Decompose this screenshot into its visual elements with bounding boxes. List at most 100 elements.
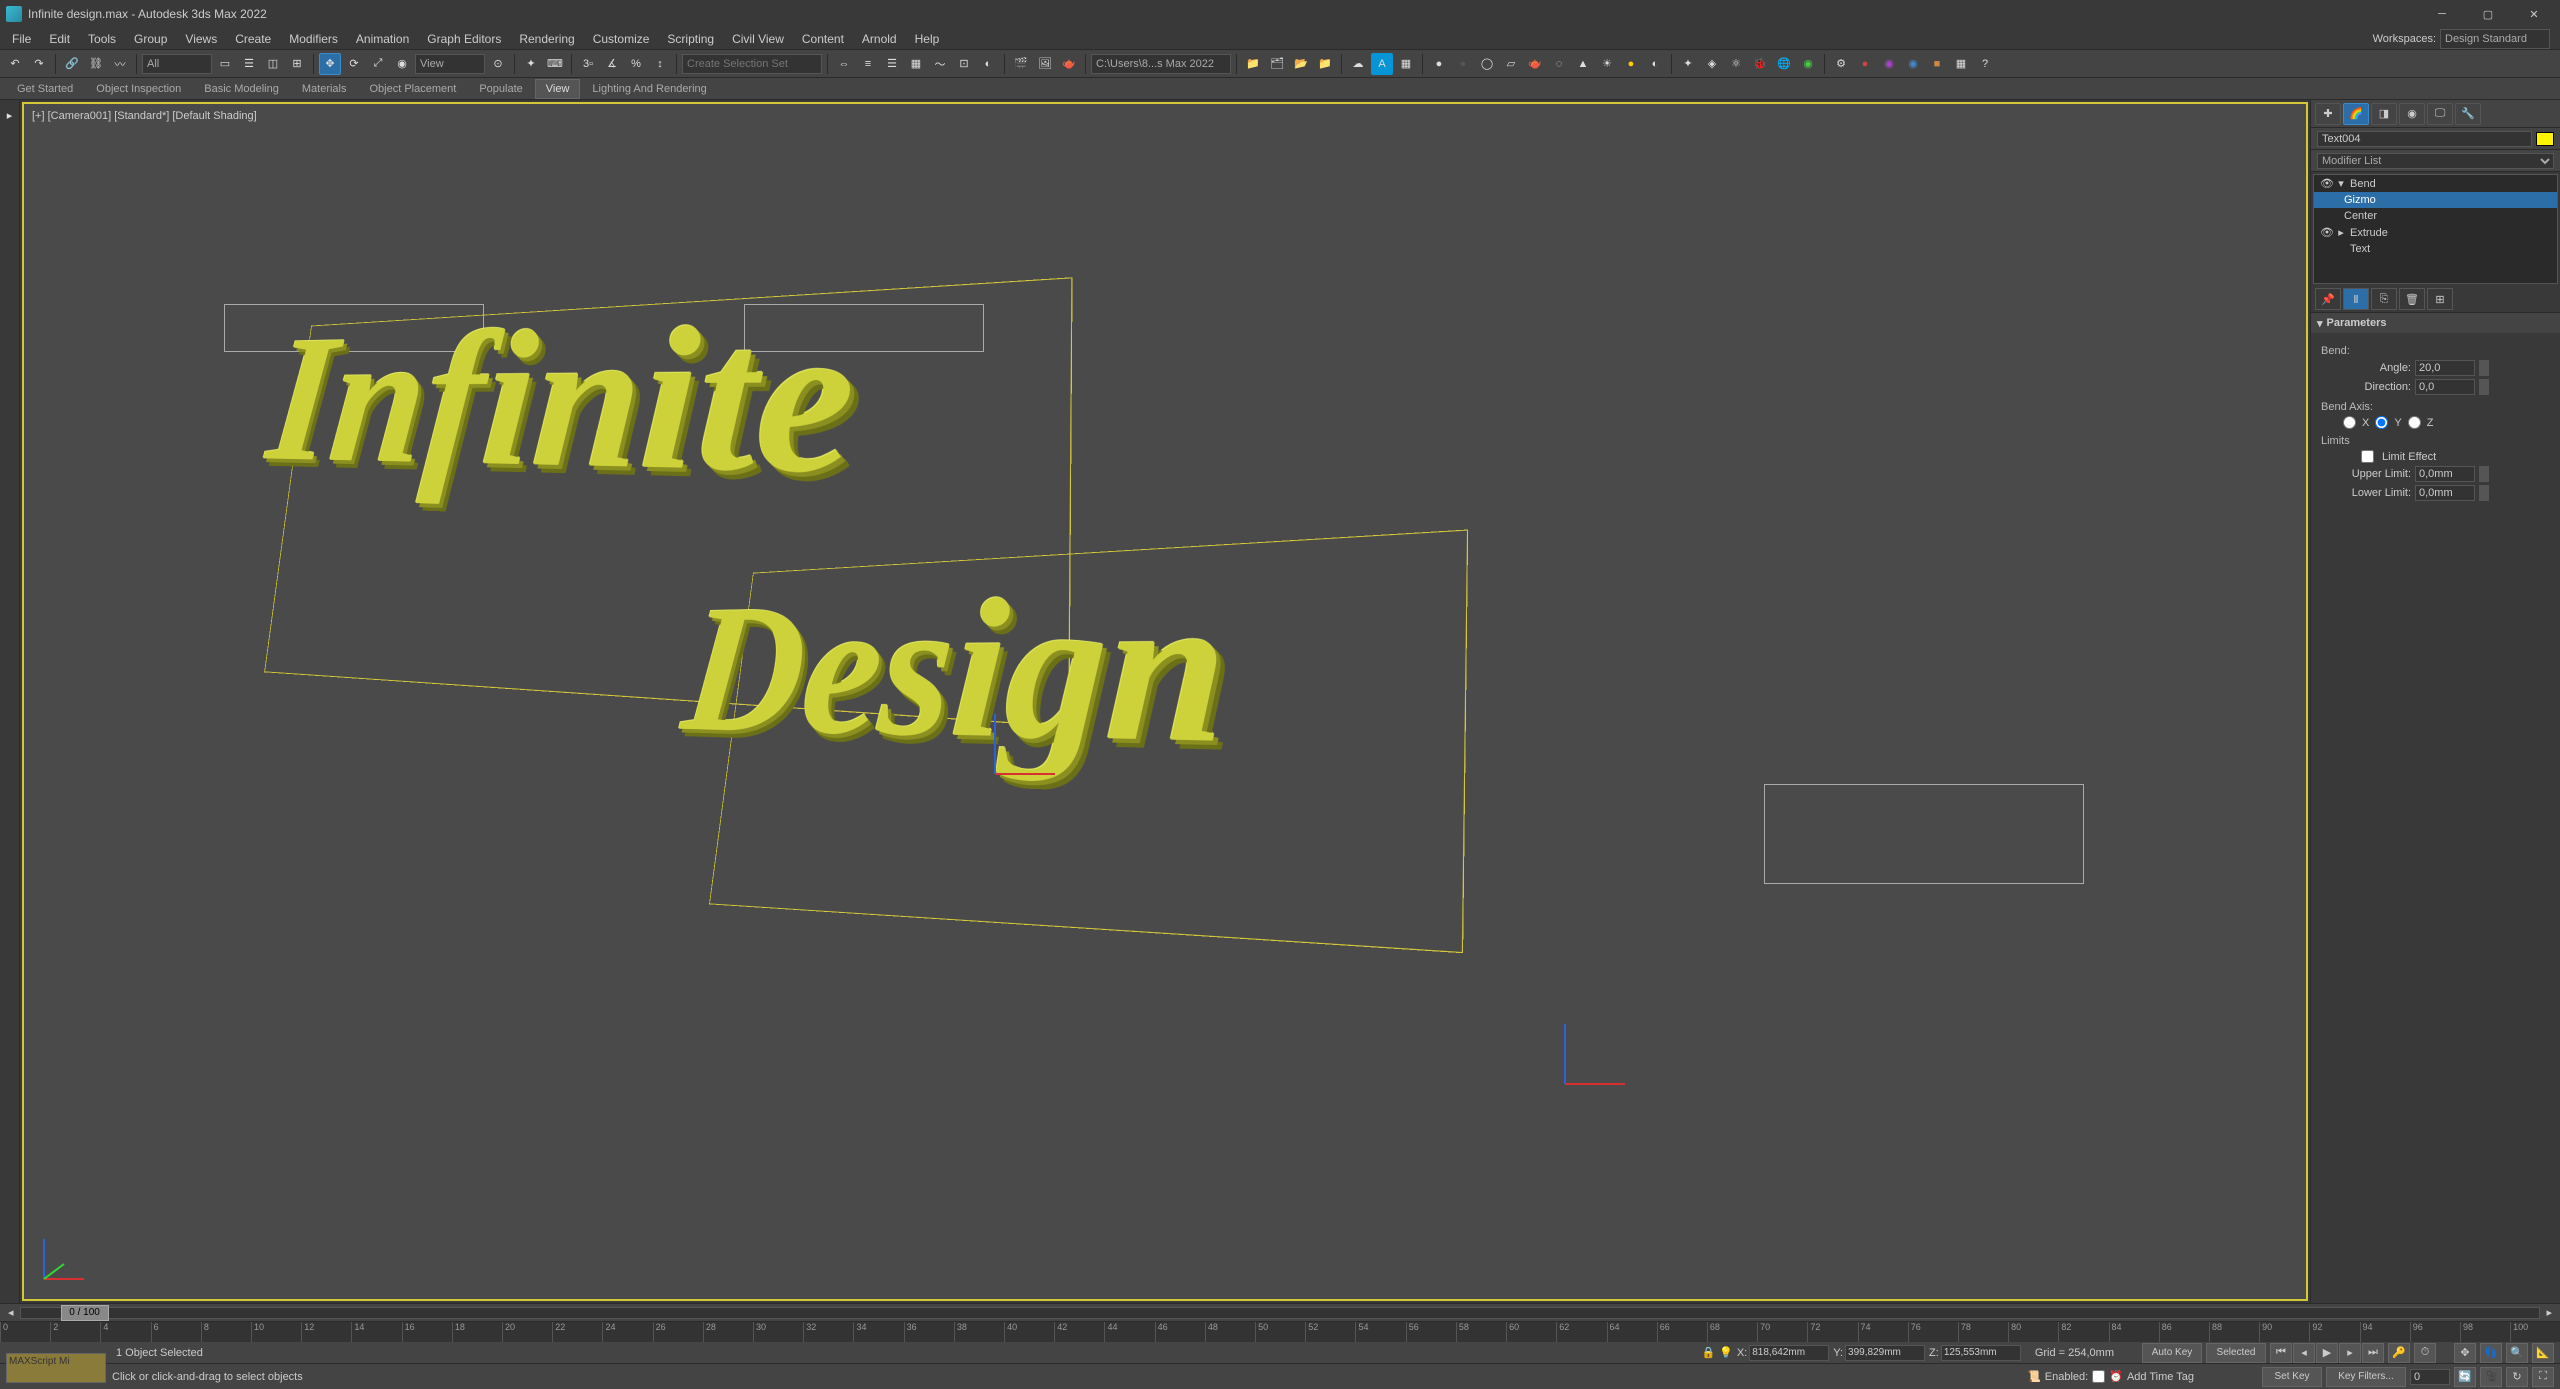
set-project-button[interactable]: 🗂 — [1266, 53, 1288, 75]
menu-help[interactable]: Help — [907, 29, 948, 49]
stack-extrude[interactable]: 👁▸Extrude — [2314, 224, 2557, 241]
spinner-snap-button[interactable]: ↕ — [649, 53, 671, 75]
unlink-button[interactable]: ⛓ — [85, 53, 107, 75]
modify-tab[interactable]: 🌈 — [2343, 103, 2369, 125]
motion-tab[interactable]: ◉ — [2399, 103, 2425, 125]
mirror-button[interactable]: ⇔ — [833, 53, 855, 75]
hierarchy-tab[interactable]: ◨ — [2371, 103, 2397, 125]
folder-button-4[interactable]: 📁 — [1314, 53, 1336, 75]
gizmo-x-axis[interactable] — [1565, 1083, 1625, 1085]
axis-z-radio[interactable] — [2408, 416, 2421, 429]
helper-crystal-icon[interactable]: ◈ — [1701, 53, 1723, 75]
redo-button[interactable]: ↷ — [28, 53, 50, 75]
script-listener-icon[interactable]: 📜 — [2027, 1370, 2041, 1383]
add-time-tag[interactable]: Add Time Tag — [2127, 1371, 2194, 1383]
ribbon-get-started[interactable]: Get Started — [6, 79, 84, 99]
geom-teapot-icon[interactable]: 🫖 — [1524, 53, 1546, 75]
select-name-button[interactable]: ☰ — [238, 53, 260, 75]
goto-start-button[interactable]: ⏮ — [2270, 1343, 2292, 1363]
link-button[interactable]: 🔗 — [61, 53, 83, 75]
remove-modifier-button[interactable]: 🗑 — [2399, 288, 2425, 310]
menu-animation[interactable]: Animation — [348, 29, 417, 49]
nav-dolly-button[interactable]: 🎥 — [2480, 1367, 2502, 1387]
modifier-list-dropdown[interactable]: Modifier List — [2317, 153, 2554, 169]
nav-orbit-button[interactable]: 🔄 — [2454, 1367, 2476, 1387]
expand-icon[interactable]: ▸ — [2336, 226, 2346, 239]
autokey-button[interactable]: Auto Key — [2142, 1343, 2202, 1363]
nav-roll-button[interactable]: ↻ — [2506, 1367, 2528, 1387]
ribbon-lighting-rendering[interactable]: Lighting And Rendering — [581, 79, 717, 99]
nav-walk-button[interactable]: 👣 — [2480, 1343, 2502, 1363]
schematic-view-button[interactable]: ⊡ — [953, 53, 975, 75]
modifier-stack[interactable]: 👁▾Bend Gizmo Center 👁▸Extrude Text — [2313, 174, 2558, 284]
menu-create[interactable]: Create — [227, 29, 279, 49]
spinner-buttons[interactable] — [2479, 466, 2489, 482]
ribbon-object-inspection[interactable]: Object Inspection — [85, 79, 192, 99]
nav-pan-button[interactable]: ✥ — [2454, 1343, 2476, 1363]
object-color-swatch[interactable] — [2536, 132, 2554, 146]
expand-icon[interactable]: ▾ — [2336, 177, 2346, 190]
gizmo-x-axis[interactable] — [995, 773, 1055, 775]
percent-snap-button[interactable]: % — [625, 53, 647, 75]
configure-sets-button[interactable]: ⊞ — [2427, 288, 2453, 310]
select-object-button[interactable]: ▭ — [214, 53, 236, 75]
timetag-icon[interactable]: ⏰ — [2109, 1370, 2123, 1383]
selected-button[interactable]: Selected — [2206, 1343, 2266, 1363]
pivot-button[interactable]: ⊙ — [487, 53, 509, 75]
geom-plane-icon[interactable]: ▱ — [1500, 53, 1522, 75]
sys-gray-icon[interactable]: ▦ — [1950, 53, 1972, 75]
geom-torus-icon[interactable]: ◯ — [1476, 53, 1498, 75]
time-slider-bar[interactable]: 0 / 100 — [20, 1307, 2541, 1319]
angle-snap-button[interactable]: ∡ — [601, 53, 623, 75]
show-end-result-button[interactable]: Ⅱ — [2343, 288, 2369, 310]
menu-group[interactable]: Group — [126, 29, 175, 49]
menu-views[interactable]: Views — [177, 29, 225, 49]
cloud-button[interactable]: ☁ — [1347, 53, 1369, 75]
keyboard-shortcut-button[interactable]: ⌨ — [544, 53, 566, 75]
ribbon-populate[interactable]: Populate — [468, 79, 533, 99]
undo-button[interactable]: ↶ — [4, 53, 26, 75]
make-unique-button[interactable]: ⎘ — [2371, 288, 2397, 310]
spinner-buttons[interactable] — [2479, 360, 2489, 376]
visibility-toggle-icon[interactable]: 👁 — [2320, 177, 2332, 190]
menu-customize[interactable]: Customize — [585, 29, 658, 49]
select-scale-button[interactable]: ⤢ — [367, 53, 389, 75]
viewport[interactable]: [+] [Camera001] [Standard*] [Default Sha… — [22, 102, 2308, 1301]
spinner-buttons[interactable] — [2479, 485, 2489, 501]
lower-limit-spinner[interactable] — [2415, 485, 2475, 501]
next-frame-button[interactable]: ▸ — [2546, 1306, 2552, 1319]
nav-fov-button[interactable]: 📐 — [2532, 1343, 2554, 1363]
menu-grapheditors[interactable]: Graph Editors — [419, 29, 509, 49]
x-coord[interactable] — [1749, 1345, 1829, 1361]
axis-x-radio[interactable] — [2343, 416, 2356, 429]
menu-scripting[interactable]: Scripting — [659, 29, 722, 49]
nav-zoom-button[interactable]: 🔍 — [2506, 1343, 2528, 1363]
helper-atom-icon[interactable]: ⚛ — [1725, 53, 1747, 75]
goto-end-button[interactable]: ⏭ — [2362, 1343, 2384, 1363]
geom-dark-icon[interactable]: ● — [1452, 53, 1474, 75]
text-object-2[interactable]: Design — [675, 548, 1231, 794]
geom-sphere-icon[interactable]: ● — [1428, 53, 1450, 75]
y-coord[interactable] — [1845, 1345, 1925, 1361]
stack-gizmo[interactable]: Gizmo — [2314, 192, 2557, 208]
project-path[interactable] — [1091, 54, 1231, 74]
ribbon-view[interactable]: View — [535, 79, 581, 99]
menu-file[interactable]: File — [4, 29, 39, 49]
refcoord-dropdown[interactable]: View — [415, 54, 485, 74]
keymode-button[interactable]: 🔑 — [2388, 1343, 2410, 1363]
rollout-header[interactable]: ▾Parameters — [2311, 313, 2560, 333]
bind-spacewarp-button[interactable]: 〰 — [109, 53, 131, 75]
render-in-cloud-button[interactable]: ▦ — [1395, 53, 1417, 75]
helper-green-icon[interactable]: ◉ — [1797, 53, 1819, 75]
geom-cone-icon[interactable]: ▲ — [1572, 53, 1594, 75]
track-bar[interactable]: 0246810121416182022242628303234363840424… — [0, 1321, 2560, 1341]
next-frame-button[interactable]: ▸ — [2339, 1343, 2361, 1363]
layer-explorer-button[interactable]: ☰ — [881, 53, 903, 75]
display-tab[interactable]: 🖵 — [2427, 103, 2453, 125]
sys-gear-icon[interactable]: ⚙ — [1830, 53, 1852, 75]
select-rotate-button[interactable]: ⟳ — [343, 53, 365, 75]
menu-edit[interactable]: Edit — [41, 29, 78, 49]
menu-content[interactable]: Content — [794, 29, 852, 49]
isolate-icon[interactable]: 💡 — [1719, 1346, 1733, 1359]
light-sun-icon[interactable]: ☀ — [1596, 53, 1618, 75]
